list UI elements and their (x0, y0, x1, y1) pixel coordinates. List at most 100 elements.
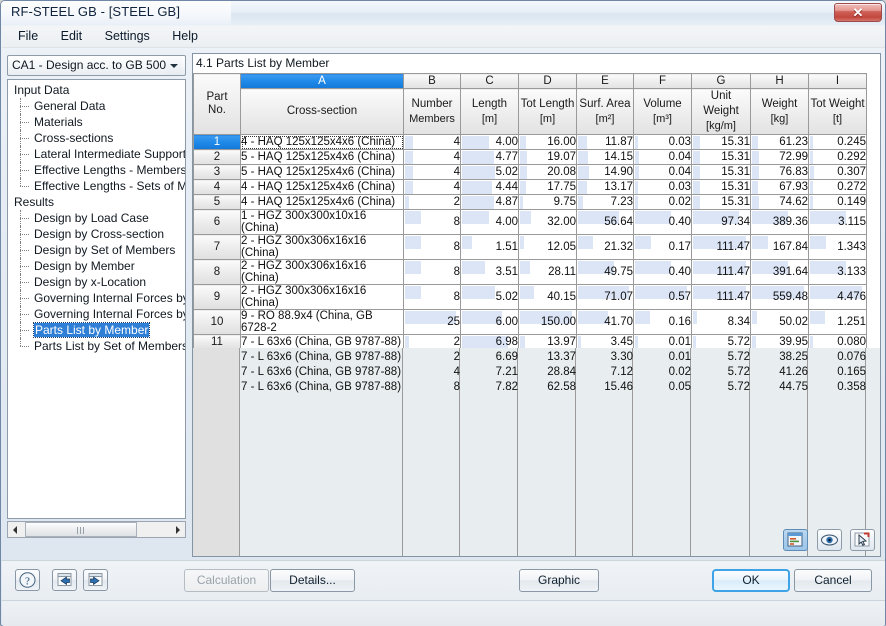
cell-unit-weight[interactable]: 97.34 (691, 209, 751, 235)
cell-tot-length[interactable]: 20.08 (518, 164, 577, 180)
column-letter-e[interactable]: E (576, 73, 634, 89)
cell-tot-weight[interactable]: 0.245 (808, 134, 867, 150)
cell-number-members[interactable]: 8 (403, 259, 461, 285)
chevron-down-icon[interactable] (166, 56, 182, 75)
cell-surf-area[interactable]: 71.07 (576, 284, 634, 310)
scrollbar-thumb[interactable] (25, 522, 137, 537)
table-row[interactable]: 61 - HGZ 300x300x10x16 (China) 8 4.00 32.00… (193, 209, 867, 235)
cell-number-members[interactable]: 4 (403, 149, 461, 165)
tree-item-design-by-x-location[interactable]: Design by x-Location (8, 274, 185, 290)
cell-tot-weight[interactable]: 3.115 (808, 209, 867, 235)
cell-cross-section[interactable]: 9 - RO 88.9x4 (China, GB 6728-2 (240, 309, 404, 335)
cell-tot-weight[interactable]: 0.149 (808, 194, 867, 210)
cell-length[interactable]: 4.87 (460, 194, 519, 210)
cell-surf-area[interactable]: 41.70 (576, 309, 634, 335)
navigation-tree[interactable]: Input Data General Data Materials Cross-sec… (7, 79, 186, 519)
cell-cross-section[interactable]: 7 - L 63x6 (China, GB 9787-88) (240, 364, 404, 380)
cell-number-members[interactable]: 4 (403, 134, 461, 150)
cell-surf-area[interactable]: 11.87 (576, 134, 634, 150)
cell-cross-section[interactable]: 7 - L 63x6 (China, GB 9787-88) (240, 349, 404, 365)
tree-item-governing-internal-forces-by-s[interactable]: Governing Internal Forces by S (8, 306, 185, 322)
row-header-9[interactable]: 9 (193, 284, 241, 310)
table-row[interactable]: 44 - HAQ 125x125x4x6 (China) 4 4.44 17.75 13… (193, 179, 867, 195)
cell-length[interactable]: 4.44 (460, 179, 519, 195)
menu-item-edit[interactable]: Edit (52, 26, 92, 46)
tree-item-design-by-member[interactable]: Design by Member (8, 258, 185, 274)
cell-volume[interactable]: 0.16 (633, 309, 692, 335)
view-eye-icon[interactable] (816, 529, 842, 551)
cell-volume[interactable]: 0.40 (633, 259, 692, 285)
cell-tot-length[interactable]: 32.00 (518, 209, 577, 235)
cell-unit-weight[interactable]: 15.31 (691, 134, 751, 150)
cell-cross-section[interactable]: 7 - L 63x6 (China, GB 9787-88) (240, 379, 404, 395)
cell-surf-area[interactable]: 13.17 (576, 179, 634, 195)
cell-tot-length[interactable]: 16.00 (518, 134, 577, 150)
cell-number-members[interactable]: 8 (403, 284, 461, 310)
cell-volume[interactable]: 0.04 (633, 164, 692, 180)
row-header-7[interactable]: 7 (193, 234, 241, 260)
cell-surf-area[interactable]: 49.75 (576, 259, 634, 285)
calculation-button[interactable]: Calculation (184, 569, 269, 592)
cell-surf-area[interactable]: 14.90 (576, 164, 634, 180)
cell-number-members[interactable]: 25 (403, 309, 461, 335)
cell-length[interactable]: 6.00 (460, 309, 519, 335)
cell-surf-area[interactable]: 7.23 (576, 194, 634, 210)
table-row[interactable]: 54 - HAQ 125x125x4x6 (China) 2 4.87 9.75 7.2… (193, 194, 867, 210)
tree-item-input-data[interactable]: Input Data (8, 82, 185, 98)
cell-length[interactable]: 5.02 (460, 164, 519, 180)
table-row[interactable]: 25 - HAQ 125x125x4x6 (China) 4 4.77 19.07 14… (193, 149, 867, 165)
cell-tot-length[interactable]: 28.11 (518, 259, 577, 285)
design-case-dropdown[interactable]: CA1 - Design acc. to GB 50017 (7, 55, 186, 76)
cell-number-members[interactable]: 4 (403, 179, 461, 195)
cell-tot-length[interactable]: 17.75 (518, 179, 577, 195)
cancel-button[interactable]: Cancel (794, 569, 872, 592)
cell-weight[interactable]: 76.83 (750, 164, 809, 180)
table-export-icon[interactable] (783, 529, 809, 551)
cell-length[interactable]: 4.00 (460, 134, 519, 150)
table-row[interactable]: 35 - HAQ 125x125x4x6 (China) 4 5.02 20.08 14… (193, 164, 867, 180)
details-button[interactable]: Details... (270, 569, 355, 592)
cell-tot-weight[interactable]: 1.251 (808, 309, 867, 335)
cell-volume[interactable]: 0.04 (633, 149, 692, 165)
tree-item-governing-internal-forces-by-m[interactable]: Governing Internal Forces by M (8, 290, 185, 306)
cell-tot-length[interactable]: 19.07 (518, 149, 577, 165)
cell-volume[interactable]: 0.02 (633, 194, 692, 210)
cell-cross-section[interactable]: 2 - HGZ 300x306x16x16 (China) (240, 234, 404, 260)
cell-length[interactable]: 4.77 (460, 149, 519, 165)
cell-unit-weight[interactable]: 111.47 (691, 234, 751, 260)
cell-cross-section[interactable]: 4 - HAQ 125x125x4x6 (China) (240, 194, 404, 210)
row-header-3[interactable]: 3 (193, 164, 241, 180)
cell-unit-weight[interactable]: 111.47 (691, 284, 751, 310)
tree-item-effective-lengths-members[interactable]: Effective Lengths - Members (8, 162, 185, 178)
cell-cross-section[interactable]: 7 - L 63x6 (China, GB 9787-88) (240, 334, 404, 350)
tree-item-cross-sections[interactable]: Cross-sections (8, 130, 185, 146)
cell-tot-weight[interactable]: 0.307 (808, 164, 867, 180)
cell-unit-weight[interactable]: 8.34 (691, 309, 751, 335)
cell-tot-length[interactable]: 9.75 (518, 194, 577, 210)
cell-volume[interactable]: 0.57 (633, 284, 692, 310)
cell-cross-section[interactable]: 2 - HGZ 300x306x16x16 (China) (240, 259, 404, 285)
tree-item-design-by-load-case[interactable]: Design by Load Case (8, 210, 185, 226)
cell-unit-weight[interactable]: 15.31 (691, 149, 751, 165)
cell-weight[interactable]: 50.02 (750, 309, 809, 335)
cell-weight[interactable]: 391.64 (750, 259, 809, 285)
column-letter-c[interactable]: C (460, 73, 519, 89)
cell-weight[interactable]: 61.23 (750, 134, 809, 150)
tree-item-effective-lengths-sets-of-men[interactable]: Effective Lengths - Sets of Men (8, 178, 185, 194)
cell-tot-weight[interactable]: 0.292 (808, 149, 867, 165)
row-header-8[interactable]: 8 (193, 259, 241, 285)
cell-cross-section[interactable]: 4 - HAQ 125x125x4x6 (China) (240, 179, 404, 195)
cell-surf-area[interactable]: 56.64 (576, 209, 634, 235)
close-button[interactable]: ✕ (834, 3, 882, 22)
cell-surf-area[interactable]: 14.15 (576, 149, 634, 165)
cell-cross-section[interactable]: 5 - HAQ 125x125x4x6 (China) (240, 149, 404, 165)
ok-button[interactable]: OK (712, 569, 790, 592)
cell-number-members[interactable]: 2 (403, 194, 461, 210)
cell-weight[interactable]: 559.48 (750, 284, 809, 310)
cell-length[interactable]: 3.51 (460, 259, 519, 285)
menu-item-settings[interactable]: Settings (96, 26, 159, 46)
cell-cross-section[interactable]: 1 - HGZ 300x300x10x16 (China) (240, 209, 404, 235)
cell-weight[interactable]: 389.36 (750, 209, 809, 235)
cell-volume[interactable]: 0.40 (633, 209, 692, 235)
column-letter-f[interactable]: F (633, 73, 692, 89)
